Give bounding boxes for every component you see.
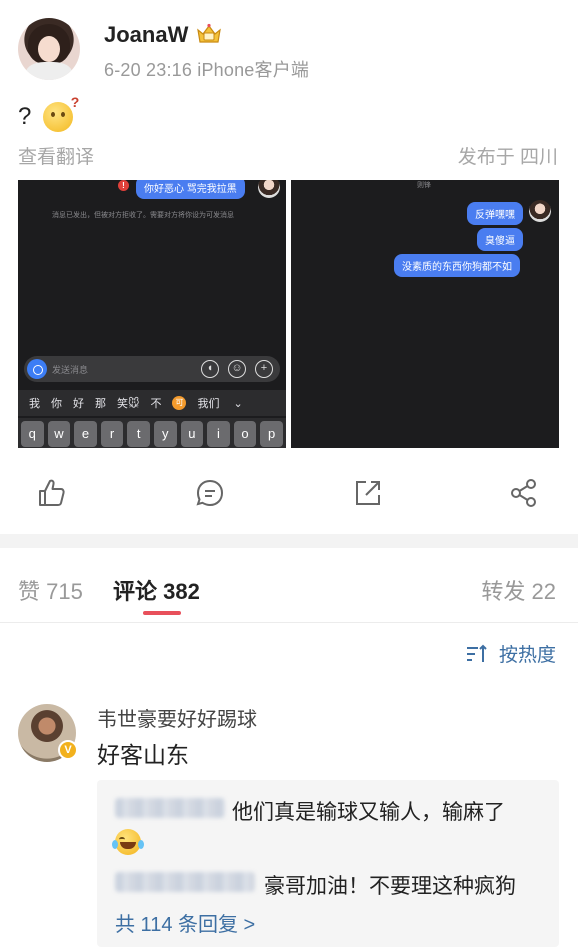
repost-icon[interactable] [352, 477, 384, 509]
blurred-username [115, 798, 225, 818]
camera-icon [27, 359, 47, 379]
reply-preview-box[interactable]: 他们真是输球又输人，输麻了 豪哥加油！不要理这种疯狗 共 114 条回复 > [97, 780, 559, 947]
system-message: 消息已发出，但被对方拒收了。需要对方将你设为可发消息 [52, 212, 234, 219]
comment-text: 好客山东 [97, 742, 189, 768]
key: p [260, 421, 283, 447]
vip-crown-icon [197, 23, 221, 43]
commenter-avatar[interactable]: V [18, 704, 78, 762]
share-icon[interactable] [508, 477, 540, 509]
section-divider [0, 534, 578, 548]
tab-likes[interactable]: 赞 715 [18, 574, 83, 606]
post-image-2[interactable]: 则锋 反弹嘿嘿 臭傻逼 没素质的东西你狗都不如 [291, 180, 559, 448]
sort-icon [466, 644, 487, 662]
emoji-icon: ☺ [228, 360, 246, 378]
candidate: 那 [95, 398, 106, 410]
tab-reposts[interactable]: 转发 22 [481, 574, 556, 606]
verified-badge-icon: V [58, 740, 78, 760]
chat-bubble: 你好恶心 骂完我拉黑 [136, 180, 245, 199]
post-content: ? [18, 94, 79, 132]
chat-avatar [529, 200, 551, 222]
post-text: ? [18, 103, 32, 130]
active-tab-indicator [143, 611, 181, 615]
key: w [47, 421, 71, 447]
laughing-emoji-icon [115, 829, 141, 855]
commenter-name[interactable]: 韦世豪要好好踢球 [97, 703, 257, 732]
chevron-down-icon: ⌄ [233, 397, 243, 410]
comment-icon[interactable] [194, 477, 226, 509]
key: e [74, 421, 97, 447]
key: y [153, 421, 177, 447]
key: t [127, 421, 150, 447]
blurred-username [115, 872, 255, 892]
plus-icon: + [255, 360, 273, 378]
post-location: 发布于 四川 [457, 147, 558, 168]
voice-icon: ◖ [201, 360, 219, 378]
sort-label: 按热度 [498, 645, 556, 666]
candidate: 好 [73, 398, 84, 410]
post-meta: 6-20 23:16 iPhone客户端 [104, 60, 310, 80]
warning-icon: ! [118, 180, 129, 191]
chat-bubble: 反弹嘿嘿 [467, 202, 523, 225]
key: i [207, 421, 230, 447]
key: u [180, 421, 204, 447]
ime-candidates: 我 你 好 那 笑🐭 不 可 我们 ⌄ [18, 390, 286, 416]
message-input-bar: 发送消息 ◖ ☺ + [24, 356, 280, 382]
more-replies-link[interactable]: 共 114 条回复 > [115, 908, 255, 937]
candidate: 你 [51, 398, 62, 410]
key: r [100, 421, 124, 447]
poster-username[interactable]: JoanaW [104, 22, 188, 48]
thinking-emoji-icon [43, 94, 79, 132]
reply-text: 豪哥加油！不要理这种疯狗 [264, 875, 516, 898]
post-image-1[interactable]: ! 你好恶心 骂完我拉黑 消息已发出，但被对方拒收了。需要对方将你设为可发消息 … [18, 180, 286, 448]
keyboard-row: q w e r t y u i o p [18, 418, 286, 448]
chat-bubble: 臭傻逼 [477, 228, 523, 251]
tear-drop [138, 840, 144, 849]
thumbs-up-icon[interactable] [36, 477, 68, 509]
tab-comments[interactable]: 评论 382 [113, 574, 200, 606]
chat-top-name: 则锋 [417, 182, 431, 189]
poster-avatar[interactable] [18, 18, 80, 80]
key: q [21, 421, 44, 447]
chat-bubble: 没素质的东西你狗都不如 [394, 254, 520, 277]
sort-button[interactable]: 按热度 [465, 640, 556, 667]
key: o [233, 421, 257, 447]
candidate: 我 [29, 398, 40, 410]
chat-avatar [258, 180, 280, 198]
input-placeholder: 发送消息 [52, 365, 89, 375]
tab-divider [0, 622, 578, 623]
reply-text: 他们真是输球又输人，输麻了 [232, 801, 505, 824]
candidate: 我们 [197, 398, 220, 410]
candidate: 可 [172, 396, 187, 410]
candidate: 不 [150, 398, 162, 410]
translate-link[interactable]: 查看翻译 [18, 142, 94, 169]
tear-drop [112, 840, 118, 849]
candidate: 笑🐭 [117, 398, 140, 410]
